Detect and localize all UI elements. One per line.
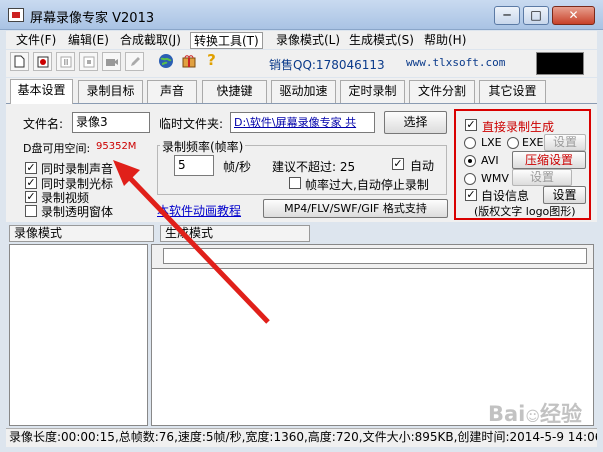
baidu-watermark: Bai☺经验	[488, 402, 582, 426]
annotation-arrow	[113, 160, 270, 324]
status-bar: 录像长度:00:00:15,总帧数:76,速度:5帧/秒,宽度:1360,高度:…	[6, 428, 597, 447]
